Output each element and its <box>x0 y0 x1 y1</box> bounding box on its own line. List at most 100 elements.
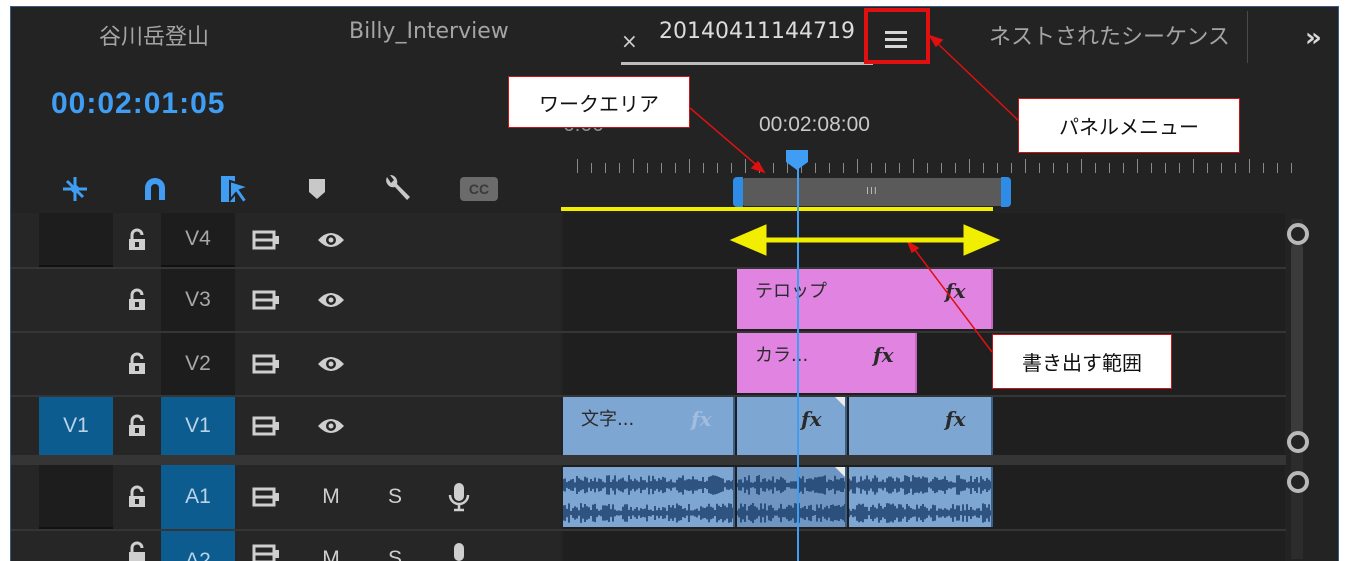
video-audio-divider[interactable] <box>11 455 1286 465</box>
sync-lock-icon[interactable] <box>247 397 285 455</box>
ruler-tick <box>759 163 760 173</box>
audio-waveform <box>849 475 991 523</box>
track-target-v1[interactable]: V1 <box>161 397 235 455</box>
scrollbar-top-handle[interactable] <box>1287 223 1309 245</box>
tab-tanigawadake[interactable]: 谷川岳登山 <box>99 19 209 51</box>
track-target-v2[interactable]: V2 <box>161 333 235 395</box>
callout-work-area: ワークエリア <box>508 76 690 128</box>
track-target-v4[interactable]: V4 <box>161 213 235 267</box>
sync-lock-icon[interactable] <box>247 531 285 561</box>
track-target-v3[interactable]: V3 <box>161 269 235 331</box>
ruler-tick <box>815 163 816 173</box>
track-v4[interactable] <box>563 213 1285 267</box>
source-patch-v1[interactable]: V1 <box>39 397 113 455</box>
sync-lock-icon[interactable] <box>247 213 285 267</box>
playhead-timecode[interactable]: 00:02:01:05 <box>51 87 225 121</box>
audio-clip-a1-3[interactable] <box>849 467 993 527</box>
ruler-tick <box>1235 163 1236 173</box>
eye-icon[interactable] <box>311 269 351 331</box>
sync-lock-icon[interactable] <box>247 333 285 395</box>
ruler-tick <box>941 163 942 173</box>
lock-icon[interactable] <box>113 333 161 395</box>
ruler-tick <box>1053 163 1054 173</box>
snap-magnet-icon[interactable] <box>137 171 173 207</box>
track-target-a1[interactable]: A1 <box>161 465 235 529</box>
sync-lock-icon[interactable] <box>247 269 285 331</box>
ruler-tick <box>1165 163 1166 173</box>
microphone-icon[interactable] <box>439 531 479 561</box>
nest-sequence-icon[interactable] <box>57 171 93 207</box>
lock-icon[interactable] <box>113 531 161 561</box>
eye-icon[interactable] <box>311 397 351 455</box>
ruler-tick <box>997 163 998 173</box>
clip-label: テロップ <box>755 281 827 302</box>
add-marker-icon[interactable] <box>299 171 335 207</box>
solo-track-button[interactable]: S <box>375 465 415 529</box>
source-patch-v4[interactable] <box>39 213 113 267</box>
fx-badge-icon: fx <box>873 343 894 367</box>
clip-v3-title[interactable]: テロップ fx <box>737 269 993 329</box>
work-area-in-handle[interactable] <box>733 177 743 207</box>
track-header-v2: V2 <box>11 333 561 395</box>
ruler-tick <box>661 163 662 173</box>
lock-icon[interactable] <box>113 397 161 455</box>
mute-track-button[interactable]: M <box>311 531 351 561</box>
ruler-tick <box>843 163 844 173</box>
ruler-tick <box>647 163 648 173</box>
callout-panel-menu: パネルメニュー <box>1018 98 1240 153</box>
lock-icon[interactable] <box>113 269 161 331</box>
lock-icon[interactable] <box>113 213 161 267</box>
ruler-tick <box>1067 163 1068 173</box>
ruler-tick <box>983 163 984 173</box>
eye-icon[interactable] <box>311 213 351 267</box>
track-v2[interactable] <box>563 333 1285 395</box>
tab-20140411144719[interactable]: 20140411144719 <box>659 19 855 44</box>
lock-icon[interactable] <box>113 465 161 529</box>
clip-v1-text[interactable]: 文字... fx <box>563 397 735 455</box>
fx-badge-icon: fx <box>945 279 966 303</box>
ruler-tick <box>1151 163 1152 173</box>
eye-icon[interactable] <box>311 333 351 395</box>
ruler-tick <box>857 159 858 173</box>
clip-v1-mid[interactable]: fx <box>737 397 847 455</box>
fx-badge-icon: fx <box>691 407 712 431</box>
audio-scrollbar-handle[interactable] <box>1287 471 1309 493</box>
export-range-line <box>561 207 993 211</box>
tabs-overflow-icon[interactable]: » <box>1305 23 1322 53</box>
active-tab-underline <box>621 62 873 65</box>
audio-waveform <box>563 475 733 523</box>
mute-track-button[interactable]: M <box>311 465 351 529</box>
microphone-icon[interactable] <box>439 465 479 529</box>
work-area-out-handle[interactable] <box>1001 177 1011 207</box>
tab-billy-interview[interactable]: Billy_Interview <box>349 19 509 44</box>
timeline-settings-wrench-icon[interactable] <box>379 171 415 207</box>
ruler-tick <box>1221 163 1222 173</box>
ruler-tick <box>1109 163 1110 173</box>
transition-corner-icon <box>835 397 845 407</box>
solo-track-button[interactable]: S <box>375 531 415 561</box>
audio-clip-a1-2[interactable] <box>737 467 847 527</box>
track-a2[interactable] <box>563 531 1285 561</box>
scrollbar-bottom-handle[interactable] <box>1287 431 1309 453</box>
clip-v1-right[interactable]: fx <box>849 397 993 455</box>
work-area-grip-icon[interactable]: III <box>866 186 878 197</box>
ruler-tick <box>885 163 886 173</box>
source-patch-a1[interactable] <box>39 465 113 529</box>
vertical-scrollbar-thumb[interactable] <box>1291 243 1303 437</box>
tab-close-icon[interactable]: × <box>621 29 638 53</box>
panel-menu-highlight-box <box>864 8 930 64</box>
ruler-tick <box>913 159 914 173</box>
audio-clip-a1-1[interactable] <box>563 467 735 527</box>
playhead-line[interactable] <box>797 167 799 561</box>
clip-v2-color[interactable]: カラ... fx <box>737 333 917 393</box>
linked-selection-icon[interactable] <box>217 171 253 207</box>
tab-nested-sequence[interactable]: ネストされたシーケンス <box>989 19 1245 51</box>
track-target-a2[interactable]: A2 <box>161 531 235 561</box>
transition-corner-icon <box>835 467 845 477</box>
fx-badge-icon: fx <box>801 407 822 431</box>
closed-captions-icon[interactable]: CC <box>457 171 501 207</box>
ruler-tick <box>689 159 690 173</box>
sync-lock-icon[interactable] <box>247 465 285 529</box>
ruler-tick <box>871 163 872 173</box>
audio-waveform <box>737 475 845 523</box>
